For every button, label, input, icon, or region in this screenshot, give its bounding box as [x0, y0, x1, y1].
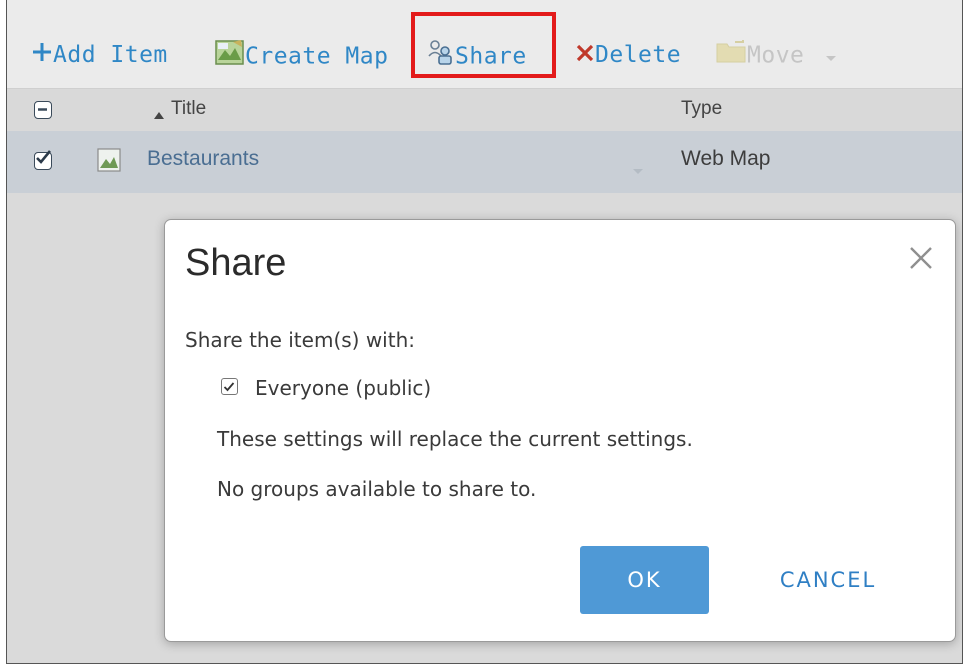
web-map-icon — [97, 148, 121, 176]
dialog-title: Share — [185, 242, 287, 284]
plus-icon — [31, 39, 53, 73]
add-item-label: Add Item — [53, 42, 168, 68]
cancel-button[interactable]: CANCEL — [753, 546, 903, 614]
row-type: Web Map — [681, 147, 771, 170]
delete-button[interactable]: Delete — [575, 38, 681, 72]
share-dialog: Share Share the item(s) with: Everyone (… — [164, 219, 956, 642]
replace-settings-note: These settings will replace the current … — [217, 427, 693, 451]
table-row[interactable]: Bestaurants Web Map — [7, 131, 962, 193]
share-highlight-box — [411, 12, 556, 78]
row-menu-chevron-icon[interactable] — [632, 161, 644, 180]
row-title-link[interactable]: Bestaurants — [147, 147, 259, 171]
grid-header: Title Type — [7, 88, 962, 132]
close-icon[interactable] — [905, 242, 937, 274]
row-checkbox[interactable] — [34, 150, 52, 170]
chevron-down-icon — [825, 39, 837, 73]
toolbar: Add Item Create Map Share Delete Move — [7, 0, 962, 88]
ok-button[interactable]: OK — [580, 546, 709, 614]
everyone-option-label[interactable]: Everyone (public) — [255, 376, 431, 400]
move-label: Move — [747, 42, 805, 69]
column-header-title[interactable]: Title — [171, 98, 206, 120]
select-all-checkbox[interactable] — [34, 101, 52, 119]
create-map-label: Create Map — [245, 43, 389, 70]
sort-ascending-icon — [153, 105, 165, 124]
map-icon — [215, 38, 245, 76]
add-item-button[interactable]: Add Item — [31, 38, 168, 72]
move-button[interactable]: Move — [715, 38, 837, 72]
folder-move-icon — [715, 38, 747, 74]
delete-label: Delete — [595, 42, 682, 68]
app-frame: Add Item Create Map Share Delete Move Ti… — [6, 0, 963, 664]
everyone-checkbox[interactable] — [221, 378, 238, 395]
create-map-button[interactable]: Create Map — [215, 38, 388, 72]
share-prompt: Share the item(s) with: — [185, 328, 415, 352]
delete-x-icon — [575, 39, 595, 73]
column-header-type[interactable]: Type — [681, 98, 722, 120]
no-groups-note: No groups available to share to. — [217, 477, 537, 501]
